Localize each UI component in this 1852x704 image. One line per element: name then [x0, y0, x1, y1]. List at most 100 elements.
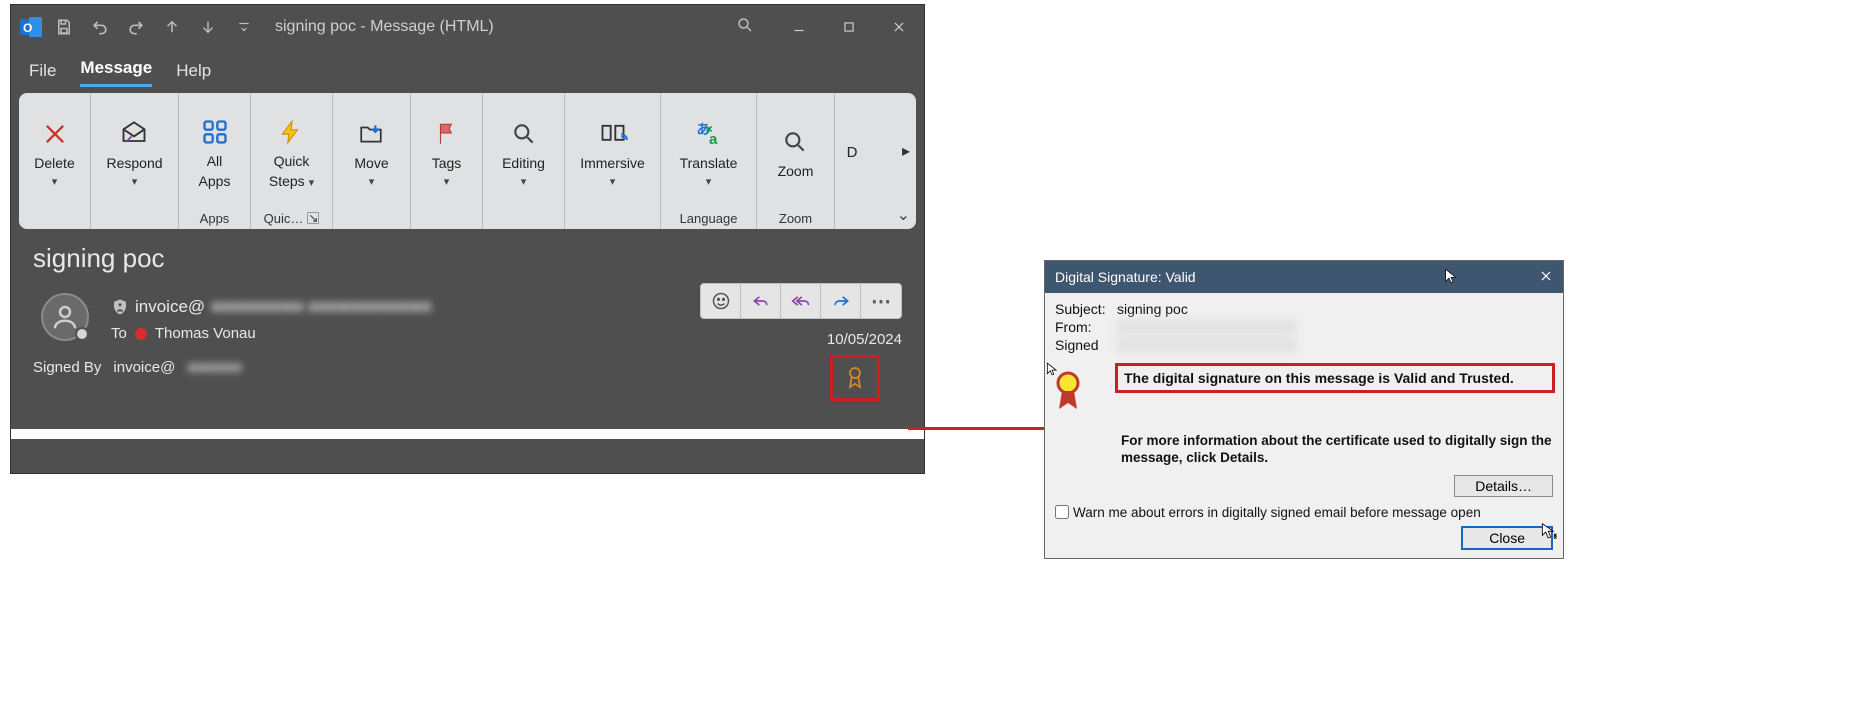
dialog-signed-row: Signed [1055, 337, 1553, 353]
tags-button[interactable]: Tags ▾ [424, 115, 470, 190]
immersive-button[interactable]: Immersive ▾ [574, 115, 651, 190]
quick-steps-button[interactable]: Quick Steps ▾ [263, 113, 320, 191]
digital-signature-dialog: Digital Signature: Valid Subject: signin… [1044, 260, 1564, 559]
lightning-icon [274, 115, 308, 149]
apps-grid-icon [198, 115, 232, 149]
to-recipient: Thomas Vonau [155, 325, 256, 342]
group-label-apps: Apps [185, 207, 244, 229]
delete-icon [38, 117, 72, 151]
react-smile-button[interactable] [701, 284, 741, 318]
titlebar: O signing poc - Message (HTML) [11, 5, 924, 49]
chevron-down-icon: ▾ [52, 175, 58, 188]
dialog-signed-redacted [1117, 337, 1297, 353]
reply-all-button[interactable] [781, 284, 821, 318]
dialog-close-button[interactable] [1539, 269, 1553, 286]
signed-by-label: Signed By [33, 359, 101, 376]
reply-icon [117, 117, 151, 151]
ribbon: Delete ▾ Respond ▾ [11, 87, 924, 229]
save-icon[interactable] [51, 14, 77, 40]
ribbon-overflow-button[interactable]: D [841, 142, 864, 163]
message-date: 10/05/2024 [827, 331, 902, 348]
signature-valid-message: The digital signature on this message is… [1124, 370, 1514, 386]
chevron-down-icon: ▾ [309, 177, 315, 189]
tab-help[interactable]: Help [176, 61, 211, 87]
sender-avatar[interactable] [41, 293, 89, 341]
flag-icon [430, 117, 464, 151]
collapse-ribbon-icon[interactable]: ⌄ [897, 205, 910, 225]
details-button[interactable]: Details… [1454, 475, 1553, 497]
translate-button[interactable]: あa Translate ▾ [674, 115, 744, 190]
search-magnifier-icon [507, 117, 541, 151]
chevron-down-icon: ▾ [369, 175, 375, 188]
group-label-zoom: Zoom [763, 207, 828, 229]
folder-move-icon [354, 117, 388, 151]
from-line: invoice@ ■■■■■■■■■ ■■■■■■■■■■■■ [111, 297, 432, 317]
respond-button[interactable]: Respond ▾ [100, 115, 168, 190]
message-action-bar: ⋯ [700, 283, 902, 319]
translate-icon: あa [692, 117, 726, 151]
to-label: To [111, 325, 127, 342]
chevron-down-icon: ▾ [521, 175, 527, 188]
maximize-button[interactable] [824, 5, 874, 49]
menu-tabs: File Message Help [11, 49, 924, 87]
up-arrow-icon[interactable] [159, 14, 185, 40]
more-actions-button[interactable]: ⋯ [861, 284, 901, 318]
close-button[interactable] [874, 5, 924, 49]
tab-message[interactable]: Message [80, 58, 152, 87]
minimize-button[interactable] [774, 5, 824, 49]
svg-text:a: a [709, 131, 718, 148]
certificate-ribbon-icon [1053, 371, 1083, 414]
zoom-icon [778, 125, 812, 159]
redo-icon[interactable] [123, 14, 149, 40]
reply-button[interactable] [741, 284, 781, 318]
to-line: To Thomas Vonau [111, 325, 256, 342]
message-subject: signing poc [33, 243, 902, 274]
move-button[interactable]: Move ▾ [348, 115, 394, 190]
cursor-pointer-icon [1443, 267, 1459, 288]
qat-dropdown-icon[interactable] [231, 14, 257, 40]
undo-icon[interactable] [87, 14, 113, 40]
signature-valid-message-highlight: The digital signature on this message is… [1115, 363, 1555, 393]
from-address: invoice@ [135, 297, 205, 317]
search-icon[interactable] [736, 16, 754, 39]
annotation-arrow [908, 420, 1058, 436]
dialog-from-redacted [1117, 319, 1297, 335]
read-aloud-icon [596, 117, 630, 151]
dialog-more-info: For more information about the certifica… [1121, 433, 1553, 467]
quick-access-toolbar [51, 14, 257, 40]
editing-button[interactable]: Editing ▾ [496, 115, 551, 190]
warn-checkbox[interactable] [1055, 505, 1069, 519]
shield-icon [111, 298, 129, 316]
group-label-quicksteps: Quic…↘ [257, 207, 326, 229]
delete-button[interactable]: Delete ▾ [28, 115, 80, 190]
chevron-down-icon: ▾ [706, 175, 712, 188]
ribbon-scroll-right-icon[interactable]: ▸ [902, 141, 910, 161]
forward-button[interactable] [821, 284, 861, 318]
tab-file[interactable]: File [29, 61, 56, 87]
signed-by-address: invoice@ [113, 359, 175, 376]
dialog-titlebar: Digital Signature: Valid [1045, 261, 1563, 293]
outlook-app-icon: O [19, 15, 43, 39]
zoom-button[interactable]: Zoom [772, 123, 820, 181]
all-apps-button[interactable]: All Apps [192, 113, 238, 191]
group-label-language: Language [667, 207, 750, 229]
window-title: signing poc - Message (HTML) [275, 18, 494, 36]
dialog-subject-value: signing poc [1117, 301, 1188, 317]
dialog-launcher-icon[interactable]: ↘ [307, 212, 319, 224]
dialog-title: Digital Signature: Valid [1055, 269, 1196, 285]
header-body-divider [11, 429, 924, 439]
signed-by-line: Signed By invoice@ ■■■■■■ [33, 359, 242, 376]
chevron-down-icon: ▾ [132, 175, 138, 188]
svg-text:O: O [23, 21, 32, 35]
warn-checkbox-row: Warn me about errors in digitally signed… [1055, 505, 1553, 520]
dialog-subject-row: Subject: signing poc [1055, 301, 1553, 317]
message-header: signing poc invoice@ ■■■■■■■■■ ■■■■■■■■■… [11, 229, 924, 439]
signed-by-redacted: ■■■■■■ [187, 359, 241, 376]
down-arrow-icon[interactable] [195, 14, 221, 40]
outlook-message-window: O signing poc - Message (HTML) File Mess… [10, 4, 925, 474]
dialog-from-row: From: [1055, 319, 1553, 335]
signature-badge-highlight[interactable] [830, 355, 880, 401]
from-address-redacted: ■■■■■■■■■ ■■■■■■■■■■■■ [211, 297, 431, 317]
warn-label: Warn me about errors in digitally signed… [1073, 505, 1481, 520]
chevron-down-icon: ▾ [610, 175, 616, 188]
